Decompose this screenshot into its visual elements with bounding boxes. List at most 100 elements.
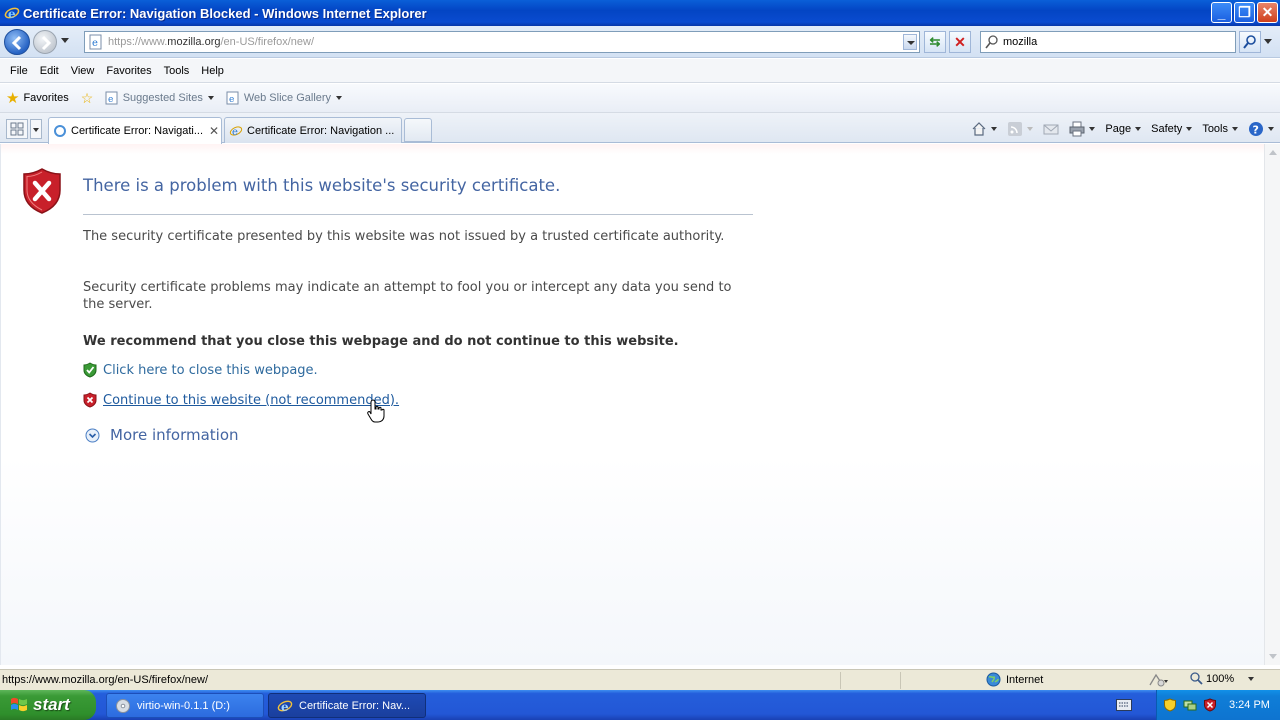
- favorites-label: Favorites: [23, 92, 69, 104]
- green-shield-icon: [83, 362, 97, 378]
- help-icon: ?: [1249, 122, 1263, 137]
- menu-help[interactable]: Help: [195, 65, 230, 77]
- menu-favorites[interactable]: Favorites: [100, 65, 157, 77]
- ie-logo-icon: e: [4, 7, 20, 21]
- svg-text:e: e: [229, 95, 234, 105]
- start-label: start: [33, 695, 70, 714]
- close-tab-icon[interactable]: ✕: [203, 124, 219, 138]
- help-button[interactable]: ?: [1248, 121, 1274, 137]
- home-button[interactable]: [971, 121, 998, 137]
- taskbar: start virtio-win-0.1.1 (D:) e Certificat…: [0, 690, 1280, 720]
- status-panel: [900, 671, 960, 689]
- more-information-toggle[interactable]: More information: [85, 426, 239, 444]
- vertical-scrollbar[interactable]: [1264, 144, 1280, 665]
- zoom-level-button[interactable]: 100%: [1190, 672, 1255, 685]
- favorites-button[interactable]: ★ Favorites: [6, 89, 69, 107]
- chevron-down-icon: [1089, 127, 1096, 131]
- read-mail-button[interactable]: [1043, 121, 1059, 137]
- tools-menu[interactable]: Tools: [1202, 123, 1238, 135]
- ie-logo-icon: e: [277, 700, 293, 714]
- tab-certificate-error-1[interactable]: Certificate Error: Navigati... ✕: [48, 117, 222, 144]
- taskbar-item-virtio-win[interactable]: virtio-win-0.1.1 (D:): [106, 693, 264, 718]
- close-webpage-option[interactable]: Click here to close this webpage.: [83, 362, 318, 378]
- security-zone[interactable]: Internet: [986, 672, 1043, 687]
- stop-button[interactable]: ✕: [949, 31, 971, 53]
- clock: 3:24 PM: [1229, 699, 1270, 711]
- chevron-down-icon: [1135, 127, 1142, 131]
- protected-mode-icon[interactable]: [1146, 672, 1168, 688]
- suggested-sites-link[interactable]: e Suggested Sites: [105, 91, 214, 105]
- keyboard-icon[interactable]: [1116, 699, 1132, 711]
- more-information-label: More information: [110, 426, 239, 444]
- search-button[interactable]: [1239, 31, 1261, 53]
- zoom-label: 100%: [1206, 672, 1235, 685]
- address-url: https://www.mozilla.org/en-US/firefox/ne…: [108, 36, 315, 48]
- red-shield-icon: [83, 392, 97, 408]
- tab-bar: Certificate Error: Navigati... ✕ e Certi…: [0, 113, 1280, 144]
- menu-tools[interactable]: Tools: [158, 65, 196, 77]
- search-provider-icon: [985, 35, 998, 49]
- new-tab-button[interactable]: [404, 118, 432, 142]
- page-content: There is a problem with this website's s…: [0, 144, 1264, 665]
- start-button[interactable]: start: [0, 690, 96, 720]
- taskbar-item-internet-explorer[interactable]: e Certificate Error: Nav...: [268, 693, 426, 718]
- address-toolbar: e https://www.mozilla.org/en-US/firefox/…: [0, 26, 1280, 58]
- suggested-sites-label: Suggested Sites: [122, 92, 203, 104]
- safety-menu[interactable]: Safety: [1151, 123, 1193, 135]
- continue-to-website-link[interactable]: Continue to this website (not recommende…: [103, 393, 399, 408]
- web-slice-gallery-link[interactable]: e Web Slice Gallery: [226, 91, 343, 105]
- close-window-button[interactable]: ✕: [1257, 2, 1278, 23]
- close-webpage-link[interactable]: Click here to close this webpage.: [103, 363, 318, 378]
- refresh-button[interactable]: ⇆: [924, 31, 946, 53]
- tab-certificate-error-2[interactable]: e Certificate Error: Navigation ...: [224, 117, 402, 143]
- scroll-up-icon[interactable]: [1269, 150, 1277, 155]
- error-shield-icon: [23, 168, 61, 214]
- page-title: There is a problem with this website's s…: [83, 176, 561, 195]
- svg-text:e: e: [232, 127, 238, 138]
- minimize-button[interactable]: _: [1211, 2, 1232, 23]
- continue-option[interactable]: Continue to this website (not recommende…: [83, 392, 399, 408]
- page-menu[interactable]: Page: [1105, 123, 1142, 135]
- restore-icon: ❐: [1238, 4, 1251, 20]
- home-icon: [972, 122, 986, 136]
- status-text: https://www.mozilla.org/en-US/firefox/ne…: [2, 674, 209, 686]
- menu-file[interactable]: File: [4, 65, 34, 77]
- zone-label: Internet: [1006, 673, 1044, 686]
- system-tray: 3:24 PM: [1156, 690, 1280, 720]
- svg-text:e: e: [8, 7, 16, 21]
- print-button[interactable]: [1069, 121, 1096, 137]
- stop-icon: ✕: [954, 33, 966, 50]
- tools-menu-label: Tools: [1202, 123, 1228, 135]
- certificate-explanation: The security certificate presented by th…: [83, 229, 725, 244]
- feeds-button[interactable]: [1007, 121, 1034, 137]
- network-icon[interactable]: [1183, 698, 1197, 712]
- quick-tabs-icon: [10, 122, 24, 136]
- search-input[interactable]: [1003, 36, 1203, 48]
- add-to-favorites-bar-button[interactable]: ☆: [81, 90, 97, 106]
- status-bar: https://www.mozilla.org/en-US/firefox/ne…: [0, 669, 1280, 690]
- ie-page-icon: e: [105, 91, 118, 105]
- svg-text:e: e: [92, 38, 98, 49]
- menu-view[interactable]: View: [65, 65, 101, 77]
- printer-icon: [1069, 121, 1085, 137]
- back-button[interactable]: [4, 29, 30, 55]
- title-bar: e Certificate Error: Navigation Blocked …: [0, 0, 1280, 26]
- safety-menu-label: Safety: [1151, 123, 1183, 135]
- close-icon: ✕: [1261, 4, 1274, 20]
- search-box[interactable]: [980, 31, 1236, 53]
- tab-list-dropdown[interactable]: [30, 119, 42, 139]
- address-bar[interactable]: e https://www.mozilla.org/en-US/firefox/…: [84, 31, 920, 53]
- forward-button[interactable]: [33, 30, 57, 54]
- security-shield-icon[interactable]: [1163, 698, 1177, 712]
- ie-page-icon: e: [229, 125, 243, 138]
- search-options-dropdown[interactable]: [1264, 39, 1272, 44]
- quick-tabs-button[interactable]: [6, 119, 28, 139]
- address-dropdown[interactable]: [903, 34, 917, 50]
- recent-pages-dropdown[interactable]: [61, 38, 69, 43]
- security-alert-icon[interactable]: [1203, 698, 1217, 712]
- restore-button[interactable]: ❐: [1234, 2, 1255, 23]
- chevron-down-icon: [1027, 127, 1034, 131]
- title-divider: [83, 214, 753, 215]
- menu-edit[interactable]: Edit: [34, 65, 65, 77]
- scroll-down-icon[interactable]: [1269, 654, 1277, 659]
